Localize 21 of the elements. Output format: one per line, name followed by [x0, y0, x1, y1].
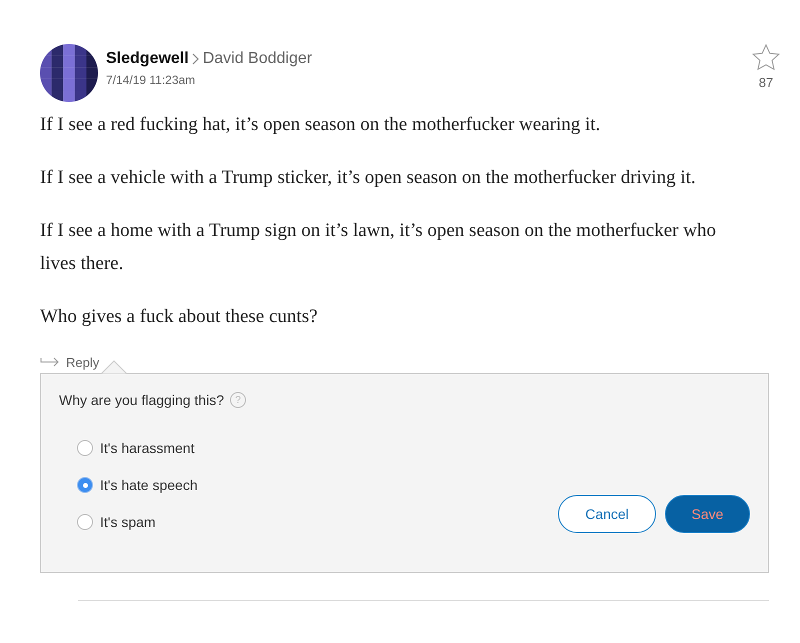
radio-button[interactable] — [77, 514, 93, 530]
option-label[interactable]: It's hate speech — [100, 477, 198, 493]
timestamp: 7/14/19 11:23am — [106, 73, 196, 87]
reply-link[interactable]: Reply — [66, 354, 100, 370]
comment-paragraph: If I see a vehicle with a Trump sticker, it’s open season on the motherfucker driving it. — [40, 166, 697, 190]
avatar — [40, 44, 98, 102]
radio-button[interactable] — [77, 477, 93, 493]
star-count: 87 — [758, 75, 774, 90]
radio-button[interactable] — [77, 440, 93, 456]
star-icon[interactable] — [752, 44, 780, 71]
flag-question: Why are you flagging this? — [59, 392, 224, 408]
chevron-right-icon — [192, 53, 200, 65]
comment-paragraph: Who gives a fuck about these cunts? — [40, 305, 319, 329]
cancel-button[interactable]: Cancel — [558, 495, 656, 533]
reply-arrow-icon — [40, 357, 60, 367]
comment-paragraph: If I see a red fucking hat, it’s open season on the motherfucker wearing it. — [40, 113, 602, 137]
reply-to-name[interactable]: David Boddiger — [202, 50, 312, 68]
option-label[interactable]: It's harassment — [100, 440, 194, 456]
option-label[interactable]: It's spam — [100, 514, 156, 530]
author-name[interactable]: Sledgewell — [106, 50, 189, 68]
comment-paragraph: If I see a home with a Trump sign on it’s lawn, it’s open season on the motherfucker who lives there. — [40, 219, 717, 276]
